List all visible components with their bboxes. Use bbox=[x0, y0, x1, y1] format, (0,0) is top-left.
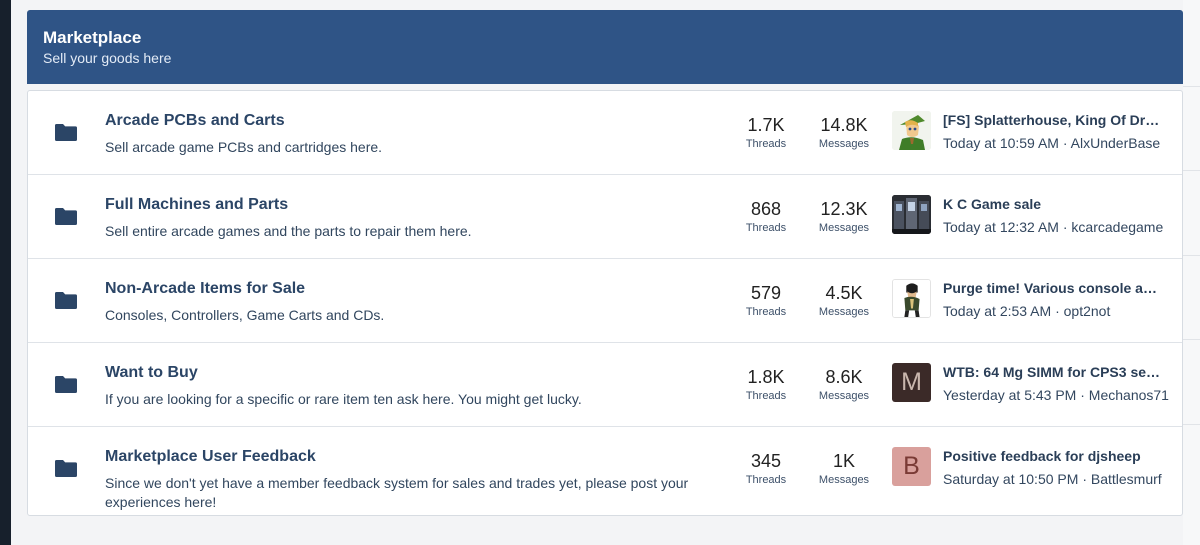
messages-count: 12.3K bbox=[820, 199, 868, 219]
threads-count: 579 bbox=[750, 283, 782, 303]
last-post-title-link[interactable]: Purge time! Various console and handheld… bbox=[943, 280, 1162, 296]
last-post-meta: Today at 10:59 AM · AlxUnderBase bbox=[943, 135, 1173, 151]
arcade-cabinets-avatar-icon[interactable] bbox=[892, 195, 931, 234]
folder-icon bbox=[54, 459, 78, 478]
last-post-user[interactable]: opt2not bbox=[1064, 303, 1111, 319]
category-description: Sell your goods here bbox=[43, 50, 172, 66]
messages-label: Messages bbox=[818, 138, 870, 150]
threads-label: Threads bbox=[745, 390, 787, 402]
threads-stat: 1.7K Threads bbox=[734, 114, 798, 152]
forum-title-link[interactable]: Want to Buy bbox=[105, 364, 198, 382]
messages-label: Messages bbox=[818, 306, 870, 318]
forum-row: Marketplace User Feedback Since we don't… bbox=[28, 427, 1182, 515]
user-letter-avatar[interactable]: B bbox=[892, 447, 931, 486]
last-post-time[interactable]: Saturday at 10:50 PM bbox=[943, 471, 1078, 487]
user-letter-avatar[interactable]: M bbox=[892, 363, 931, 402]
messages-count: 8.6K bbox=[825, 367, 863, 387]
meta-separator: · bbox=[1055, 303, 1060, 319]
meta-separator: · bbox=[1080, 387, 1085, 403]
last-post-time[interactable]: Today at 2:53 AM bbox=[943, 303, 1051, 319]
messages-count: 14.8K bbox=[820, 115, 868, 135]
last-post-title-link[interactable]: K C Game sale bbox=[943, 196, 1162, 212]
meta-separator: · bbox=[1062, 135, 1068, 151]
messages-label: Messages bbox=[818, 222, 870, 234]
category-title[interactable]: Marketplace bbox=[43, 28, 1167, 48]
last-post-meta: Today at 2:53 AM · opt2not bbox=[943, 303, 1173, 319]
last-post-meta: Yesterday at 5:43 PM · Mechanos71 bbox=[943, 387, 1173, 403]
forum-title-link[interactable]: Non-Arcade Items for Sale bbox=[105, 280, 305, 298]
messages-count: 4.5K bbox=[825, 283, 863, 303]
meta-separator: · bbox=[1062, 219, 1068, 235]
threads-count: 1.7K bbox=[747, 115, 785, 135]
forum-description: If you are looking for a specific or rar… bbox=[105, 391, 582, 407]
forum-title-link[interactable]: Arcade PCBs and Carts bbox=[105, 112, 285, 130]
threads-stat: 868 Threads bbox=[734, 198, 798, 236]
threads-stat: 345 Threads bbox=[734, 450, 798, 488]
forum-row: Want to Buy If you are looking for a spe… bbox=[28, 343, 1182, 427]
meta-separator: · bbox=[1082, 471, 1087, 487]
last-post-meta: Today at 12:32 AM · kcarcadegame bbox=[943, 219, 1173, 235]
threads-count: 1.8K bbox=[747, 367, 785, 387]
right-sidebar-edge bbox=[1183, 0, 1200, 545]
category-header: Marketplace Sell your goods here bbox=[27, 10, 1183, 84]
threads-label: Threads bbox=[745, 306, 787, 318]
messages-stat: 1K Messages bbox=[810, 450, 878, 488]
last-post-user[interactable]: Battlesmurf bbox=[1091, 471, 1162, 487]
forum-description: Sell entire arcade games and the parts t… bbox=[105, 223, 472, 239]
threads-label: Threads bbox=[745, 138, 787, 150]
last-post-user[interactable]: Mechanos71 bbox=[1089, 387, 1169, 403]
threads-label: Threads bbox=[745, 222, 787, 234]
messages-label: Messages bbox=[818, 474, 870, 486]
forum-description: Sell arcade game PCBs and cartridges her… bbox=[105, 139, 383, 155]
character-figure-avatar-icon[interactable] bbox=[892, 279, 931, 318]
messages-stat: 8.6K Messages bbox=[810, 366, 878, 404]
threads-label: Threads bbox=[745, 474, 787, 486]
marketplace-category-block: Marketplace Sell your goods here Arcade … bbox=[27, 10, 1183, 516]
forum-row: Full Machines and Parts Sell entire arca… bbox=[28, 175, 1182, 259]
last-post-title-link[interactable]: Positive feedback for djsheep bbox=[943, 448, 1162, 464]
forum-title-link[interactable]: Marketplace User Feedback bbox=[105, 448, 316, 466]
last-post-title-link[interactable]: [FS] Splatterhouse, King Of Dragons bbox=[943, 112, 1162, 128]
last-post-meta: Saturday at 10:50 PM · Battlesmurf bbox=[943, 471, 1173, 487]
threads-stat: 579 Threads bbox=[734, 282, 798, 320]
threads-count: 345 bbox=[750, 451, 782, 471]
last-post-time[interactable]: Today at 10:59 AM bbox=[943, 135, 1059, 151]
forum-description: Consoles, Controllers, Game Carts and CD… bbox=[105, 307, 385, 323]
last-post-title-link[interactable]: WTB: 64 Mg SIMM for CPS3 setup bbox=[943, 364, 1162, 380]
messages-label: Messages bbox=[818, 390, 870, 402]
messages-stat: 14.8K Messages bbox=[810, 114, 878, 152]
threads-count: 868 bbox=[750, 199, 782, 219]
messages-stat: 4.5K Messages bbox=[810, 282, 878, 320]
folder-icon bbox=[54, 375, 78, 394]
link-character-avatar-icon[interactable] bbox=[892, 111, 931, 150]
forum-title-link[interactable]: Full Machines and Parts bbox=[105, 196, 288, 214]
threads-stat: 1.8K Threads bbox=[734, 366, 798, 404]
forum-list: Arcade PCBs and Carts Sell arcade game P… bbox=[27, 90, 1183, 516]
folder-icon bbox=[54, 291, 78, 310]
forum-row: Arcade PCBs and Carts Sell arcade game P… bbox=[28, 91, 1182, 175]
forum-description: Since we don't yet have a member feedbac… bbox=[105, 475, 689, 510]
messages-count: 1K bbox=[832, 451, 856, 471]
last-post-time[interactable]: Today at 12:32 AM bbox=[943, 219, 1059, 235]
last-post-user[interactable]: AlxUnderBase bbox=[1071, 135, 1161, 151]
last-post-time[interactable]: Yesterday at 5:43 PM bbox=[943, 387, 1076, 403]
folder-icon bbox=[54, 207, 78, 226]
folder-icon bbox=[54, 123, 78, 142]
last-post-user[interactable]: kcarcadegame bbox=[1071, 219, 1163, 235]
forum-row: Non-Arcade Items for Sale Consoles, Cont… bbox=[28, 259, 1182, 343]
left-sidebar-edge bbox=[0, 0, 11, 545]
messages-stat: 12.3K Messages bbox=[810, 198, 878, 236]
